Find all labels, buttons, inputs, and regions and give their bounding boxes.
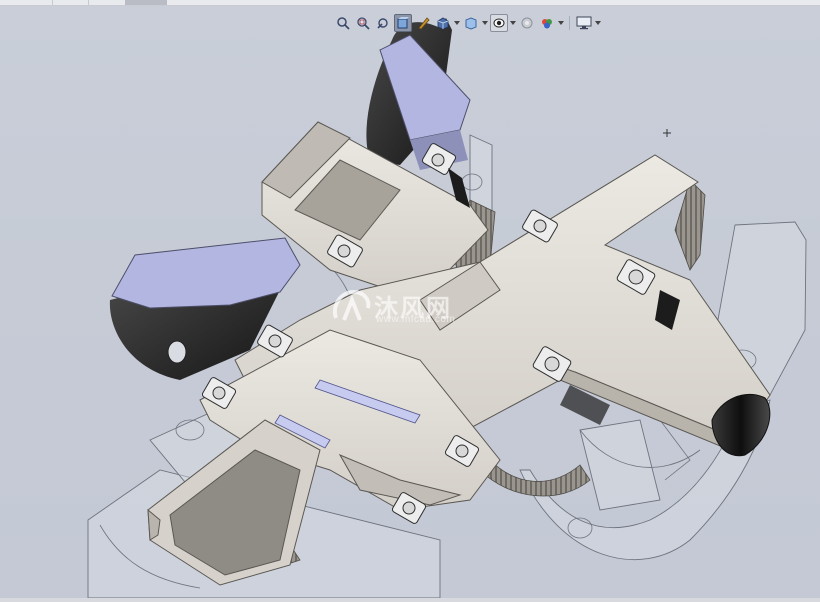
chevron-down-icon[interactable] xyxy=(454,14,460,32)
watermark: 沐风网 www.mfcad.com xyxy=(330,286,500,326)
zoom-to-area-icon[interactable] xyxy=(354,14,372,32)
watermark-url: www.mfcad.com xyxy=(376,314,456,325)
origin-marker xyxy=(663,129,671,137)
chevron-down-icon[interactable] xyxy=(510,14,516,32)
heads-up-view-toolbar xyxy=(334,14,601,32)
document-tab-active[interactable] xyxy=(125,0,167,5)
view-orientation-icon[interactable] xyxy=(434,14,452,32)
status-strip xyxy=(0,598,820,602)
edit-appearance-icon[interactable] xyxy=(518,14,536,32)
hide-show-items-icon[interactable] xyxy=(490,14,508,32)
section-view-icon[interactable] xyxy=(394,14,412,32)
toolbar-divider xyxy=(569,16,570,30)
apply-scene-icon[interactable] xyxy=(538,14,556,32)
display-style-icon[interactable] xyxy=(462,14,480,32)
zoom-to-fit-icon[interactable] xyxy=(334,14,352,32)
chevron-down-icon[interactable] xyxy=(558,14,564,32)
tab-separator xyxy=(88,0,89,5)
previous-view-icon[interactable] xyxy=(374,14,392,32)
chevron-down-icon[interactable] xyxy=(482,14,488,32)
dynamic-annotation-icon[interactable] xyxy=(414,14,432,32)
graphics-viewport[interactable]: 沐风网 www.mfcad.com xyxy=(0,6,820,598)
mfcad-logo xyxy=(333,289,371,321)
view-settings-icon[interactable] xyxy=(575,14,593,32)
chevron-down-icon[interactable] xyxy=(595,14,601,32)
tab-separator xyxy=(52,0,53,5)
upper-bracket xyxy=(366,18,471,170)
